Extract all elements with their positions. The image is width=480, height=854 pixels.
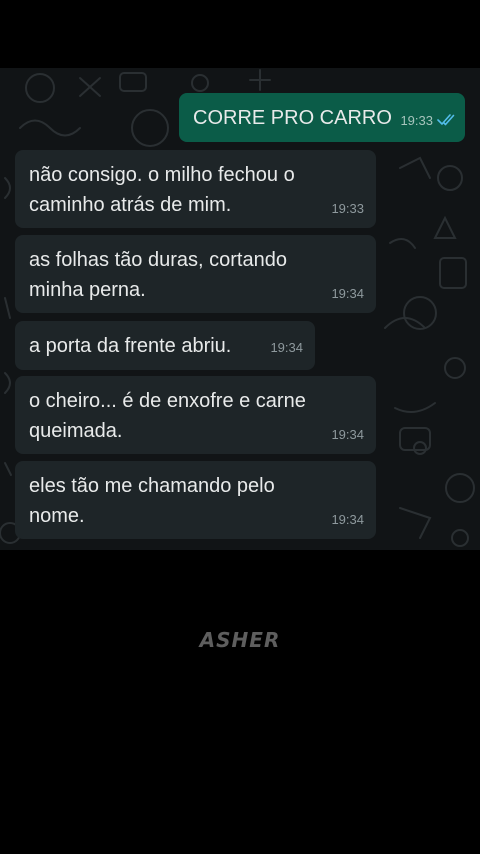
message-text: não consigo. o milho fechou o caminho at… — [29, 164, 295, 216]
message-time: 19:34 — [331, 512, 364, 527]
message-time: 19:33 — [331, 201, 364, 216]
incoming-message[interactable]: a porta da frente abriu. 19:34 — [15, 321, 315, 370]
message-time: 19:33 — [400, 113, 433, 128]
incoming-message[interactable]: as folhas tão duras, cortando minha pern… — [15, 235, 376, 313]
message-time: 19:34 — [331, 286, 364, 301]
chat-area[interactable]: CORRE PRO CARRO 19:33 não consigo. o mil… — [0, 68, 480, 550]
incoming-message[interactable]: eles tão me chamando pelo nome. 19:34 — [15, 461, 376, 539]
message-text: a porta da frente abriu. — [29, 335, 232, 357]
message-text: o cheiro... é de enxofre e carne queimad… — [29, 390, 306, 442]
incoming-message[interactable]: o cheiro... é de enxofre e carne queimad… — [15, 376, 376, 454]
incoming-message[interactable]: não consigo. o milho fechou o caminho at… — [15, 150, 376, 228]
read-receipt-double-check-icon — [437, 114, 455, 126]
message-text: eles tão me chamando pelo nome. — [29, 475, 275, 527]
message-time: 19:34 — [270, 340, 303, 355]
message-text: as folhas tão duras, cortando minha pern… — [29, 249, 287, 301]
outgoing-message[interactable]: CORRE PRO CARRO 19:33 — [179, 93, 465, 142]
watermark-logo: ASHER — [199, 628, 281, 652]
message-time: 19:34 — [331, 427, 364, 442]
